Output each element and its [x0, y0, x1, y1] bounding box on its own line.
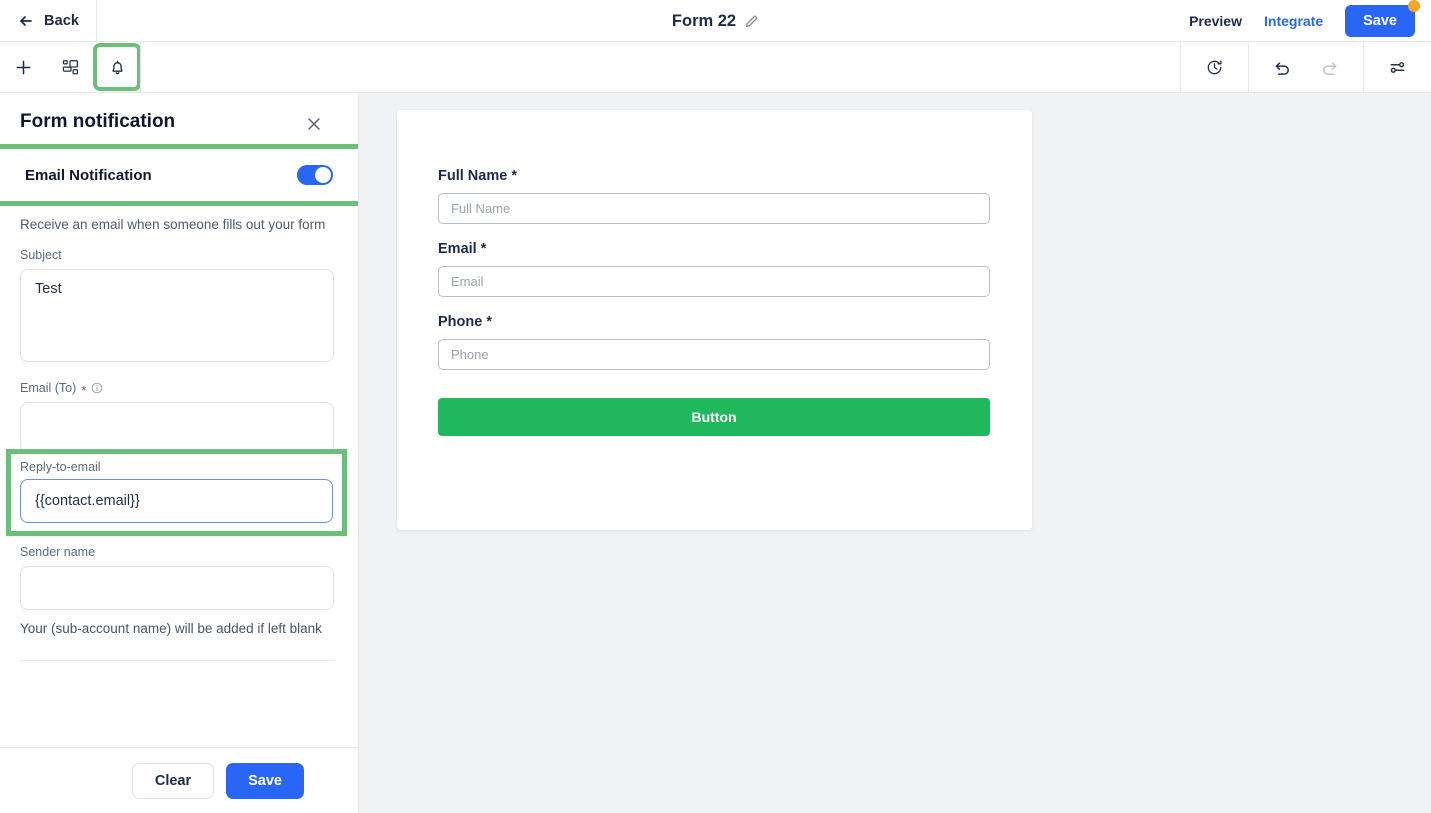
- phone-label-text: Phone: [438, 314, 483, 330]
- form-canvas[interactable]: Full Name * Email * Phone * Button: [359, 93, 1431, 813]
- required-asterisk: *: [511, 168, 517, 184]
- toolbar-divider: [140, 41, 141, 93]
- back-button[interactable]: Back: [0, 0, 97, 42]
- history-group: [1181, 42, 1248, 93]
- panel-helper-text: Receive an email when someone fills out …: [20, 217, 326, 232]
- email-to-field: Email (To) *: [0, 367, 358, 454]
- sender-name-label: Sender name: [20, 545, 334, 559]
- email-label-text: Email: [438, 241, 477, 257]
- top-bar: Back Form 22 Preview Integrate Save: [0, 0, 1431, 42]
- save-button[interactable]: Save: [1345, 4, 1415, 37]
- required-asterisk: *: [81, 382, 87, 398]
- plus-icon: [15, 59, 32, 76]
- version-history-button[interactable]: [1193, 45, 1236, 89]
- email-notification-row[interactable]: Email Notification: [5, 149, 353, 201]
- full-name-label: Full Name *: [438, 168, 991, 184]
- email-to-input[interactable]: [20, 402, 334, 454]
- form-submit-button[interactable]: Button: [438, 398, 990, 436]
- unsaved-changes-badge: [1408, 0, 1420, 12]
- sliders-icon: [1388, 58, 1407, 77]
- preview-field-full-name: Full Name *: [438, 168, 991, 224]
- workflow-button[interactable]: [49, 45, 92, 89]
- email-to-label-text: Email (To): [20, 381, 77, 395]
- subject-input[interactable]: [20, 269, 334, 362]
- full-name-input[interactable]: [438, 193, 990, 224]
- panel-save-button[interactable]: Save: [226, 762, 304, 799]
- undo-button[interactable]: [1261, 45, 1304, 89]
- info-icon[interactable]: [91, 382, 103, 394]
- clock-history-icon: [1205, 58, 1224, 77]
- editor-toolbar: [0, 41, 1431, 93]
- subject-field: Subject: [0, 234, 358, 367]
- panel-body[interactable]: Email Notification Receive an email when…: [0, 144, 358, 747]
- panel-scroll-content: Email Notification Receive an email when…: [0, 144, 358, 661]
- required-asterisk: *: [486, 314, 492, 330]
- email-to-label: Email (To) *: [20, 381, 334, 398]
- panel-title: Form notification: [20, 111, 176, 132]
- email-notification-toggle[interactable]: [297, 165, 333, 185]
- subject-label-text: Subject: [20, 248, 62, 262]
- subject-label: Subject: [20, 248, 334, 262]
- email-label: Email *: [438, 241, 991, 257]
- preview-field-email: Email *: [438, 241, 991, 297]
- settings-group: [1364, 42, 1431, 93]
- pencil-icon[interactable]: [744, 14, 759, 29]
- arrow-left-icon: [18, 13, 34, 29]
- close-icon[interactable]: [304, 114, 324, 134]
- integrate-button[interactable]: Integrate: [1264, 13, 1323, 29]
- undo-redo-group: [1249, 42, 1363, 93]
- panel-scrollbar[interactable]: [352, 148, 356, 747]
- panel-section-divider: [20, 660, 334, 661]
- sender-name-label-text: Sender name: [20, 545, 96, 559]
- sender-name-field: Sender name: [0, 531, 358, 610]
- save-button-wrapper: Save: [1345, 0, 1420, 37]
- phone-input[interactable]: [438, 339, 990, 370]
- form-notification-panel: Form notification Email Notification Rec…: [0, 93, 359, 813]
- panel-footer: Clear Save: [0, 747, 358, 813]
- full-name-label-text: Full Name: [438, 168, 508, 184]
- back-label: Back: [44, 12, 80, 29]
- email-input[interactable]: [438, 266, 990, 297]
- reply-to-email-label: Reply-to-email: [20, 460, 333, 474]
- required-asterisk: *: [480, 241, 487, 257]
- form-preview-card[interactable]: Full Name * Email * Phone * Button: [397, 110, 1032, 530]
- reply-to-email-input[interactable]: [20, 479, 333, 523]
- page-title: Form 22: [671, 11, 737, 30]
- clear-button[interactable]: Clear: [131, 762, 215, 799]
- toolbar-left-group: [0, 41, 141, 93]
- email-notification-highlight: Email Notification: [0, 144, 358, 206]
- toolbar-right-group: [1180, 41, 1431, 93]
- reply-to-email-highlight: Reply-to-email: [6, 449, 347, 536]
- settings-button[interactable]: [1376, 45, 1419, 89]
- panel-header: Form notification: [0, 93, 358, 144]
- phone-label: Phone *: [438, 314, 991, 330]
- nodes-icon: [62, 59, 79, 76]
- redo-arrow-icon: [1320, 58, 1339, 77]
- preview-button[interactable]: Preview: [1189, 13, 1242, 29]
- redo-button[interactable]: [1308, 45, 1351, 89]
- preview-field-phone: Phone *: [438, 314, 991, 370]
- sender-name-input[interactable]: [20, 566, 334, 610]
- email-notification-label: Email Notification: [25, 166, 152, 184]
- undo-arrow-icon: [1273, 58, 1292, 77]
- add-element-button[interactable]: [2, 45, 45, 89]
- reply-to-email-label-text: Reply-to-email: [20, 460, 101, 474]
- bell-icon: [109, 59, 126, 76]
- top-bar-actions: Preview Integrate Save: [1189, 0, 1431, 42]
- notification-button[interactable]: [93, 43, 141, 91]
- sender-name-note: Your (sub-account name) will be added if…: [20, 621, 322, 636]
- toggle-knob: [315, 167, 331, 183]
